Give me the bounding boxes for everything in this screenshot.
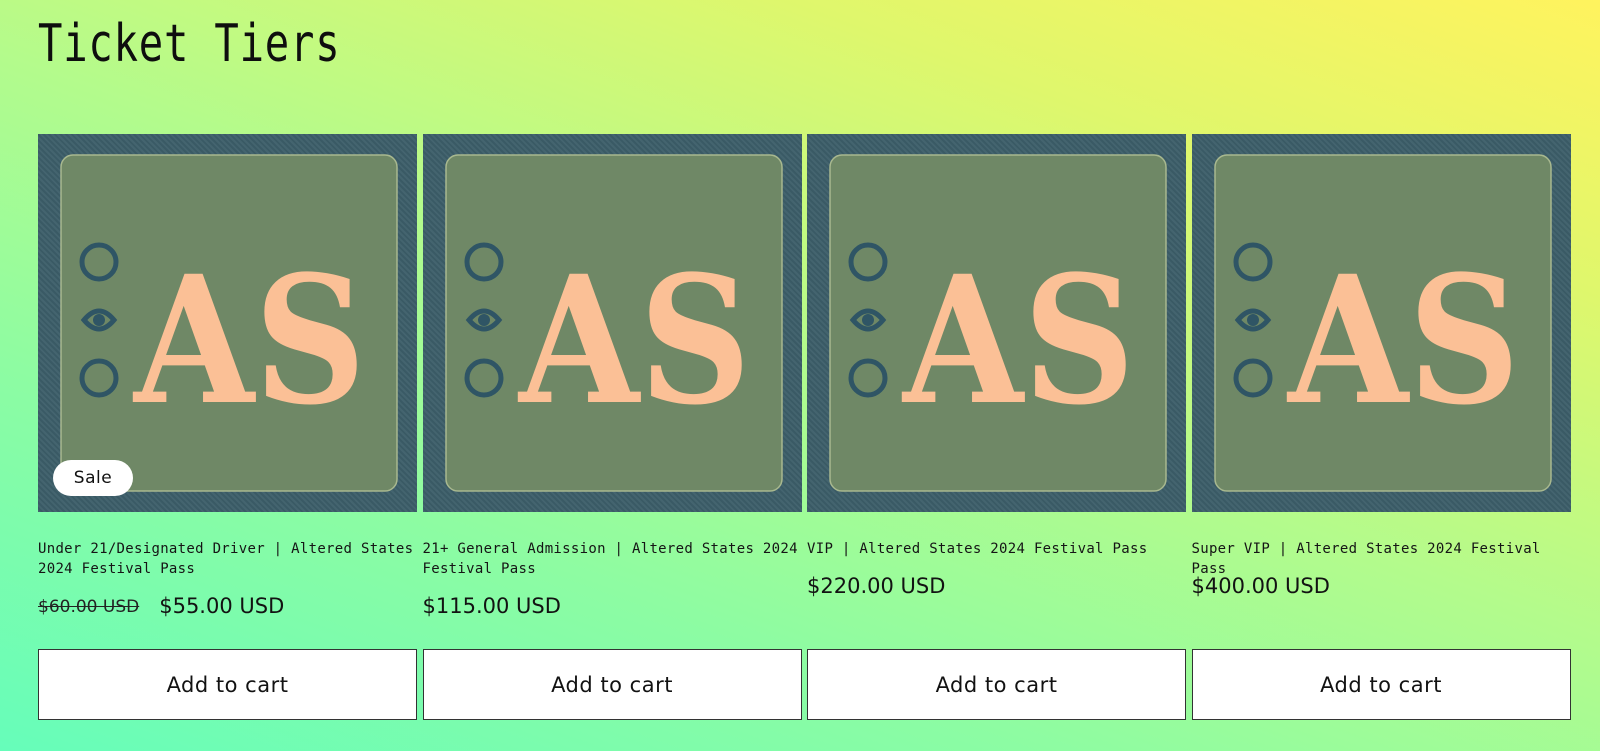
product-title[interactable]: Under 21/Designated Driver | Altered Sta… (38, 539, 417, 579)
product-title[interactable]: VIP | Altered States 2024 Festival Pass (807, 539, 1186, 559)
product-price: $220.00 USD (807, 574, 946, 598)
festival-logo-image: AS (444, 154, 783, 492)
product-card: AS Super VIP | Altered States 2024 Festi… (1191, 134, 1571, 720)
festival-logo-image: AS (829, 154, 1167, 492)
product-title[interactable]: 21+ General Admission | Altered States 2… (423, 539, 802, 579)
product-card: AS VIP | Altered States 2024 Festival Pa… (807, 134, 1186, 720)
page-title: Ticket Tiers (38, 14, 341, 74)
eye-icon (93, 314, 105, 326)
product-price: $400.00 USD (1191, 574, 1330, 598)
eye-icon (862, 314, 874, 326)
product-image[interactable]: AS (422, 134, 802, 512)
add-to-cart-button[interactable]: Add to cart (38, 649, 417, 720)
logo-text: AS (132, 237, 366, 444)
product-image[interactable]: AS Sale (38, 134, 417, 512)
product-image[interactable]: AS (1191, 134, 1571, 512)
logo-text: AS (517, 237, 751, 444)
eye-icon (1246, 314, 1259, 326)
product-grid: AS Sale Under 21/Designated Driver | Alt… (38, 134, 1571, 734)
product-image[interactable]: AS (807, 134, 1186, 512)
original-price: $60.00 USD (38, 597, 140, 617)
eye-icon (477, 314, 490, 326)
product-title[interactable]: Super VIP | Altered States 2024 Festival… (1192, 539, 1571, 579)
sale-badge: Sale (53, 460, 133, 496)
product-card: AS 21+ General Admission | Altered State… (422, 134, 802, 720)
sale-price: $55.00 USD (159, 594, 285, 618)
add-to-cart-button[interactable]: Add to cart (1191, 649, 1571, 720)
product-price: $115.00 USD (422, 594, 561, 618)
logo-text: AS (1286, 237, 1520, 444)
add-to-cart-button[interactable]: Add to cart (807, 649, 1186, 720)
add-to-cart-button[interactable]: Add to cart (422, 649, 802, 720)
festival-logo-image: AS (1213, 154, 1552, 492)
logo-text: AS (901, 237, 1135, 444)
product-price: $60.00 USD $55.00 USD (38, 594, 284, 618)
festival-logo-image: AS (60, 154, 398, 492)
product-card: AS Sale Under 21/Designated Driver | Alt… (38, 134, 417, 720)
